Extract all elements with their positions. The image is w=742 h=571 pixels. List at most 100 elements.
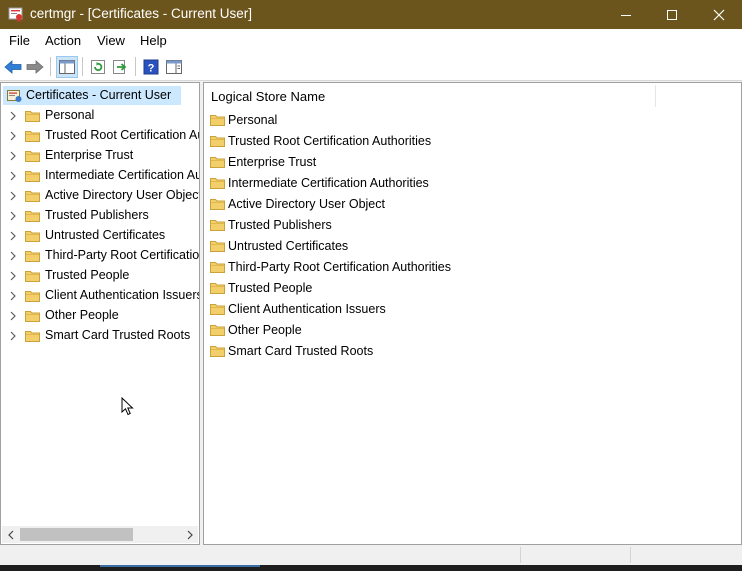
list-item-label: Third-Party Root Certification Authoriti… (228, 260, 452, 274)
list-item[interactable]: Other People (210, 321, 730, 341)
list-item[interactable]: Active Directory User Object (210, 195, 730, 215)
tree-horizontal-scrollbar[interactable] (2, 526, 198, 543)
close-button[interactable] (696, 0, 742, 29)
export-list-button[interactable] (110, 56, 132, 78)
folder-icon (25, 131, 40, 142)
maximize-button[interactable] (649, 0, 695, 29)
window-title: certmgr - [Certificates - Current User] (30, 6, 253, 21)
tree-item-label: Other People (45, 308, 119, 322)
help-button[interactable]: ? (140, 56, 162, 78)
folder-icon (210, 115, 225, 126)
tree-item[interactable]: Other People (1, 306, 199, 326)
expand-chevron-icon[interactable] (9, 331, 17, 341)
expand-chevron-icon[interactable] (9, 131, 17, 141)
folder-icon (25, 291, 40, 302)
folder-icon (210, 304, 225, 315)
refresh-button[interactable] (87, 56, 109, 78)
tree-item[interactable]: Personal (1, 106, 199, 126)
expand-chevron-icon[interactable] (9, 111, 17, 121)
tree-item[interactable]: Third-Party Root Certification Authoriti… (1, 246, 200, 266)
folder-icon (25, 171, 40, 182)
tree-item-label: Intermediate Certification Authorities (45, 168, 199, 182)
list-item[interactable]: Trusted Root Certification Authorities (210, 132, 730, 152)
tree-item[interactable]: Trusted Root Certification Authorities (1, 126, 199, 146)
tree-item[interactable]: Trusted Publishers (1, 206, 199, 226)
tree-item[interactable]: Untrusted Certificates (1, 226, 199, 246)
list-item[interactable]: Enterprise Trust (210, 153, 730, 173)
folder-icon (25, 151, 40, 162)
list-item[interactable]: Personal (210, 111, 730, 131)
list-item[interactable]: Trusted People (210, 279, 730, 299)
column-divider[interactable] (655, 85, 656, 107)
expand-chevron-icon[interactable] (9, 151, 17, 161)
list-item-label: Personal (228, 113, 278, 127)
list-item[interactable]: Trusted Publishers (210, 216, 730, 236)
menu-help[interactable]: Help (140, 33, 167, 48)
list-item[interactable]: Smart Card Trusted Roots (210, 342, 730, 362)
scroll-thumb[interactable] (20, 528, 133, 541)
list-item[interactable]: Intermediate Certification Authorities (210, 174, 730, 194)
action-pane-button[interactable] (163, 56, 185, 78)
back-button[interactable] (2, 56, 24, 78)
tree-item-label: Personal (45, 108, 95, 122)
folder-icon (25, 191, 40, 202)
scroll-left-button[interactable] (2, 526, 19, 543)
menu-view[interactable]: View (97, 33, 125, 48)
folder-icon (210, 262, 225, 273)
menu-file[interactable]: File (9, 33, 30, 48)
expand-chevron-icon[interactable] (9, 251, 17, 261)
list-item-label: Other People (228, 323, 302, 337)
list-item-label: Smart Card Trusted Roots (228, 344, 374, 358)
mouse-cursor-icon (121, 397, 134, 416)
list-item-label: Active Directory User Object (228, 197, 385, 211)
expand-chevron-icon[interactable] (9, 171, 17, 181)
tree-item-label: Untrusted Certificates (45, 228, 166, 242)
help-icon: ? (143, 59, 159, 75)
tree-root-label: Certificates - Current User (26, 88, 172, 102)
scroll-right-button[interactable] (181, 526, 198, 543)
tree-item[interactable]: Trusted People (1, 266, 199, 286)
status-bar (0, 545, 742, 565)
folder-icon (210, 346, 225, 357)
tree-item-label: Trusted Publishers (45, 208, 149, 222)
expand-chevron-icon[interactable] (9, 291, 17, 301)
tree-item-label: Smart Card Trusted Roots (45, 328, 191, 342)
folder-icon (210, 283, 225, 294)
expand-chevron-icon[interactable] (9, 271, 17, 281)
expand-chevron-icon[interactable] (9, 311, 17, 321)
chevron-right-icon (187, 530, 193, 539)
minimize-button[interactable] (603, 0, 649, 29)
list-item[interactable]: Client Authentication Issuers (210, 300, 730, 320)
folder-icon (210, 241, 225, 252)
tree-root[interactable]: Certificates - Current User (3, 86, 181, 105)
list-item[interactable]: Untrusted Certificates (210, 237, 730, 257)
expand-chevron-icon[interactable] (9, 211, 17, 221)
tree-item-label: Enterprise Trust (45, 148, 134, 162)
folder-icon (210, 220, 225, 231)
maximize-icon (667, 9, 677, 20)
toolbar: ? (0, 53, 742, 81)
tree-item[interactable]: Enterprise Trust (1, 146, 199, 166)
expand-chevron-icon[interactable] (9, 191, 17, 201)
tree-item-label: Trusted People (45, 268, 130, 282)
folder-icon (210, 157, 225, 168)
certificate-app-icon[interactable] (8, 6, 24, 22)
forward-button[interactable] (24, 56, 46, 78)
tree-item-label: Active Directory User Object (45, 188, 200, 202)
tree-item-label: Client Authentication Issuers (45, 288, 200, 302)
tree-item[interactable]: Intermediate Certification Authorities (1, 166, 199, 186)
minimize-icon (621, 14, 631, 16)
folder-icon (210, 136, 225, 147)
tree-item[interactable]: Active Directory User Object (1, 186, 200, 206)
tree-item-label: Third-Party Root Certification Authoriti… (45, 248, 200, 262)
tree-item[interactable]: Client Authentication Issuers (1, 286, 200, 306)
tree-item[interactable]: Smart Card Trusted Roots (1, 326, 199, 346)
menu-action[interactable]: Action (45, 33, 81, 48)
list-item[interactable]: Third-Party Root Certification Authoriti… (210, 258, 730, 278)
bottom-strip (0, 565, 742, 571)
folder-icon (25, 311, 40, 322)
column-header-logical-store-name[interactable]: Logical Store Name (211, 89, 325, 104)
folder-icon (210, 199, 225, 210)
expand-chevron-icon[interactable] (9, 231, 17, 241)
show-hide-console-tree-button[interactable] (56, 56, 78, 78)
